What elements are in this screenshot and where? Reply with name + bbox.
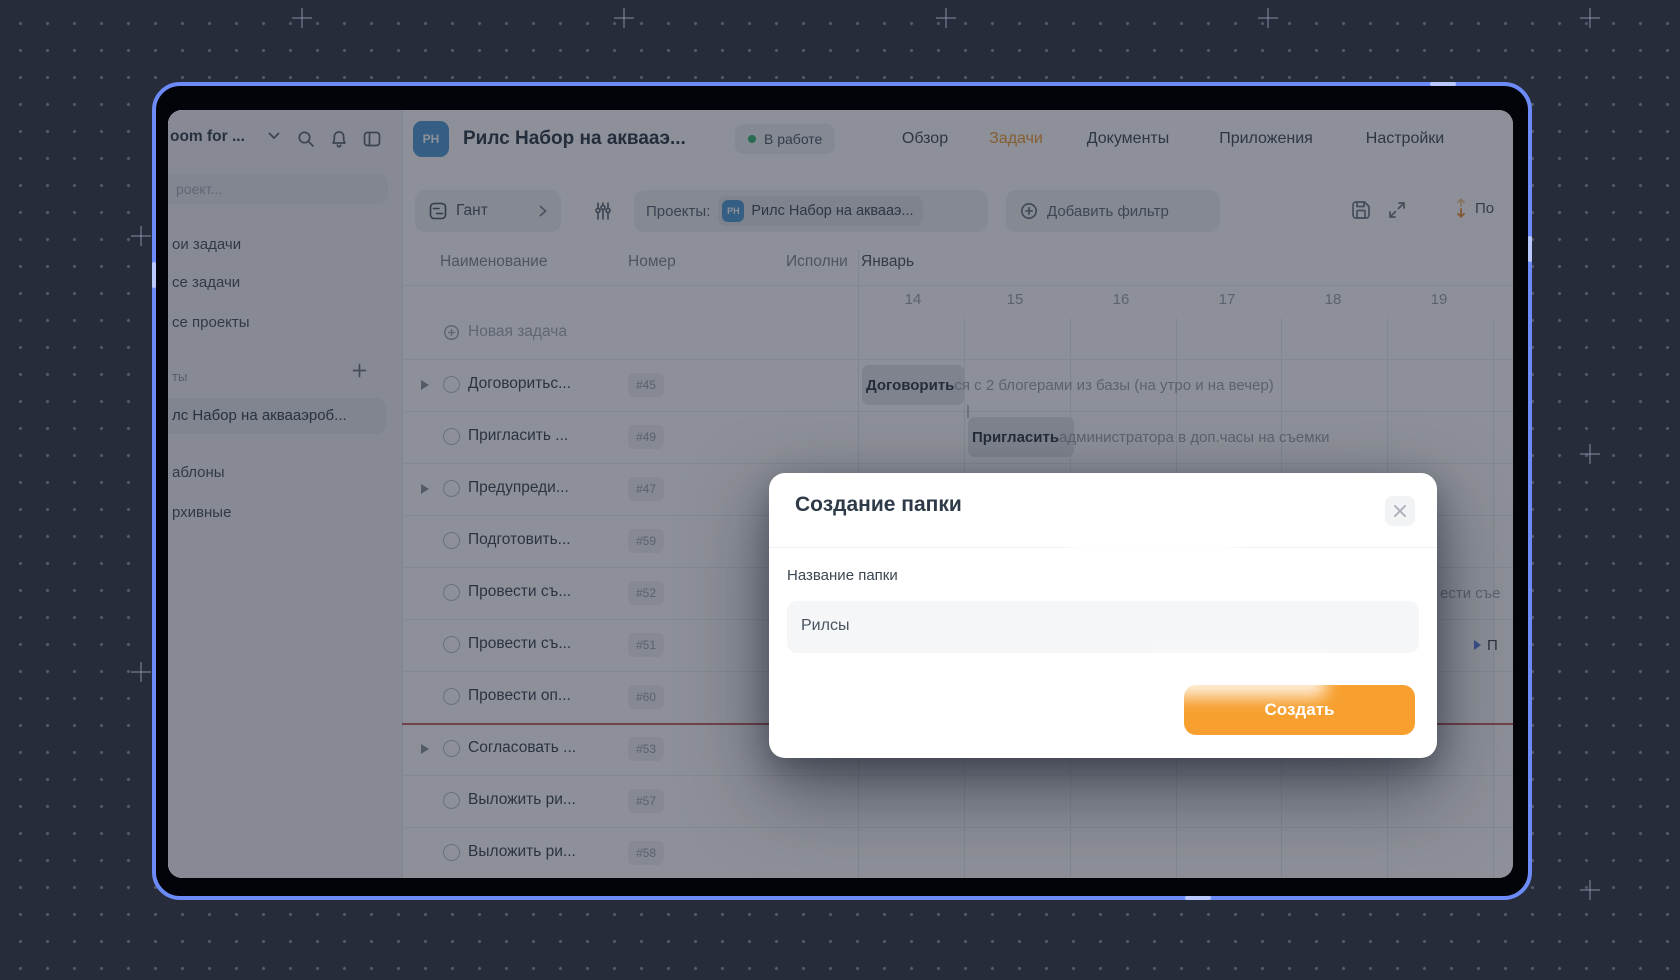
close-icon[interactable] bbox=[1385, 496, 1415, 526]
plus-mark bbox=[131, 662, 151, 682]
border-highlight bbox=[1430, 82, 1456, 86]
app-surface: oom for ... роект... ои задачи се задачи… bbox=[168, 110, 1513, 878]
plus-mark bbox=[1258, 8, 1278, 28]
plus-mark bbox=[1580, 444, 1600, 464]
plus-mark bbox=[936, 8, 956, 28]
border-highlight bbox=[152, 262, 156, 288]
modal-title: Создание папки bbox=[795, 493, 962, 517]
plus-mark bbox=[1580, 8, 1600, 28]
blur-highlight bbox=[1068, 530, 1240, 561]
folder-name-label: Название папки bbox=[787, 567, 898, 584]
plus-mark bbox=[131, 226, 151, 246]
plus-mark bbox=[1580, 880, 1600, 900]
create-folder-modal: Создание папки Название папки Рилсы Созд… bbox=[769, 473, 1437, 758]
folder-name-value: Рилсы bbox=[801, 617, 849, 635]
app-window: oom for ... роект... ои задачи се задачи… bbox=[152, 82, 1532, 900]
border-highlight bbox=[1185, 896, 1211, 900]
folder-name-input[interactable]: Рилсы bbox=[787, 601, 1419, 653]
plus-mark bbox=[614, 8, 634, 28]
blur-highlight bbox=[1148, 655, 1326, 697]
border-highlight bbox=[1528, 236, 1532, 262]
plus-mark bbox=[292, 8, 312, 28]
